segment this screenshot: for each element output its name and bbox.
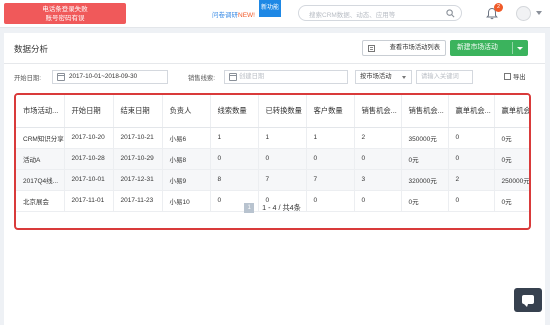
table-cell: CRM知识分享 [16,127,65,149]
table-cell: 2017Q4线... [16,169,65,191]
table-cell: 320000元 [401,169,449,191]
notification-badge: 2 [494,3,503,12]
table-row[interactable]: CRM知识分享 2017-10-20 2017-10-21 小易6 1 1 1 … [16,127,529,149]
survey-text: 问卷调研 [212,12,238,19]
table-cell: 2 [448,169,495,191]
header-divider [4,63,545,64]
button-divider [512,42,513,54]
table-cell: 350000元 [401,127,449,149]
search-placeholder: 搜索CRM数据、动态、应用等 [309,12,396,19]
table-cell: 活动A [16,148,65,170]
table-cell: 8 [210,169,259,191]
table-cell: 小易9 [162,169,211,191]
survey-new-tag: NEW! [238,12,255,19]
table-cell: 0元 [401,148,449,170]
column-header[interactable]: 客户数量 [306,95,355,128]
table-cell: 2017-12-31 [113,169,163,191]
sales-clue-label: 销售线索: [188,75,215,82]
export-button[interactable]: 导出 [504,72,526,81]
column-header[interactable]: 线索数量 [210,95,259,128]
table-header-row: 市场活动... 开始日期 结束日期 负责人 线索数量 已转换数量 客户数量 销售… [16,95,529,128]
chevron-down-icon[interactable] [536,11,542,15]
chat-icon [522,295,534,307]
table-cell: 1 [258,127,307,149]
group-by-select[interactable]: 按市场活动 [355,70,412,84]
table-cell: 0 [448,127,495,149]
table-cell: 2017-10-20 [64,127,114,149]
table-cell: 250000元 [494,169,529,191]
view-activity-list-button[interactable]: 查看市场活动列表 [362,40,446,56]
column-header[interactable]: 销售机会... [401,95,449,128]
export-icon [504,73,511,80]
export-label: 导出 [513,74,526,81]
column-header[interactable]: 市场活动... [16,95,65,128]
table-cell: 0元 [494,148,529,170]
table-cell: 2017-10-28 [64,148,114,170]
global-search[interactable]: 搜索CRM数据、动态、应用等 [298,5,462,21]
start-date-range-input[interactable]: 2017-10-01~2018-09-30 [52,70,168,84]
top-bar: 电话条登录失败 账号密码有误 问卷调研NEW! 新功能 搜索CRM数据、动态、应… [0,0,550,28]
table-row[interactable]: 活动A 2017-10-28 2017-10-29 小易8 0 0 0 0 0元… [16,148,529,170]
calendar-icon [57,73,65,81]
data-analysis-panel: 数据分析 查看市场活动列表 新建市场活动 开始日期: 2017-10-01~20… [4,33,545,325]
keyword-input[interactable]: 请输入关键词 [416,70,473,84]
column-header[interactable]: 开始日期 [64,95,114,128]
table-cell: 2017-10-01 [64,169,114,191]
calendar-icon [229,73,237,81]
table-cell: 0元 [494,127,529,149]
keyword-placeholder: 请输入关键词 [421,73,459,80]
table-cell: 2017-10-29 [113,148,163,170]
table-cell: 7 [258,169,307,191]
sales-clue-date-input[interactable]: 创建日期 [224,70,348,84]
activity-table: 市场活动... 开始日期 结束日期 负责人 线索数量 已转换数量 客户数量 销售… [16,95,529,212]
new-feature-tab[interactable]: 新功能 [259,0,281,17]
chevron-down-icon[interactable] [517,47,523,50]
table-cell: 小易8 [162,148,211,170]
column-header[interactable]: 销售机会... [354,95,402,128]
table-cell: 0 [258,148,307,170]
column-header[interactable]: 结束日期 [113,95,163,128]
table-cell: 3 [354,169,402,191]
login-failure-alert[interactable]: 电话条登录失败 账号密码有误 [4,3,126,24]
table-cell: 2 [354,127,402,149]
activity-table-container: 市场活动... 开始日期 结束日期 负责人 线索数量 已转换数量 客户数量 销售… [14,93,531,230]
start-date-label: 开始日期: [14,75,41,82]
new-activity-button[interactable]: 新建市场活动 [450,40,528,56]
alert-detail: 账号密码有误 [45,15,85,22]
table-cell: 1 [306,127,355,149]
table-cell: 0 [354,148,402,170]
column-header[interactable]: 赢单机会... [448,95,495,128]
page-title: 数据分析 [14,44,49,54]
search-icon[interactable] [446,9,455,18]
column-header[interactable]: 已转换数量 [258,95,307,128]
start-date-value: 2017-10-01~2018-09-30 [69,73,138,80]
alert-title: 电话条登录失败 [42,6,88,13]
table-cell: 2017-10-21 [113,127,163,149]
group-by-value: 按市场活动 [360,73,392,80]
column-header[interactable]: 赢单机会... [494,95,529,128]
survey-link[interactable]: 问卷调研NEW! [212,9,255,19]
pagination: 1 1 - 4 / 共4条 [16,203,529,214]
table-row[interactable]: 2017Q4线... 2017-10-01 2017-12-31 小易9 8 7… [16,169,529,191]
page-number-button[interactable]: 1 [244,203,255,214]
view-activity-list-label: 查看市场活动列表 [389,44,440,51]
pagination-summary: 1 - 4 / 共4条 [262,203,301,213]
table-cell: 小易6 [162,127,211,149]
column-header[interactable]: 负责人 [162,95,211,128]
avatar[interactable] [516,6,531,21]
table-cell: 0 [448,148,495,170]
table-cell: 0 [210,148,259,170]
table-cell: 1 [210,127,259,149]
table-cell: 7 [306,169,355,191]
list-icon [368,45,375,52]
sales-clue-placeholder: 创建日期 [239,73,265,80]
chevron-down-icon [402,76,406,79]
table-cell: 0 [306,148,355,170]
chat-button[interactable] [514,288,542,312]
new-activity-label: 新建市场活动 [457,44,498,51]
